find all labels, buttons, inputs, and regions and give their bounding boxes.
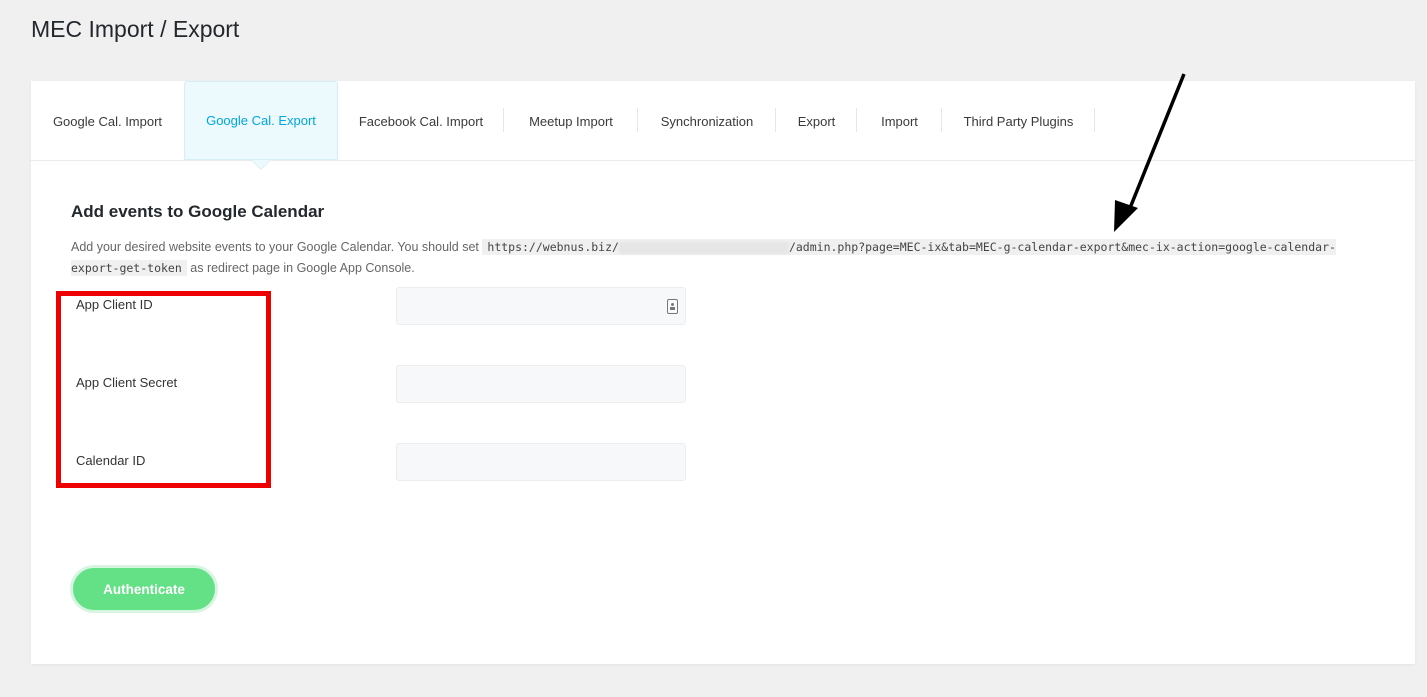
description-text: Add your desired website events to your …	[71, 240, 479, 254]
app-client-id-input[interactable]	[396, 287, 686, 325]
tab-synchronization[interactable]: Synchronization	[638, 81, 776, 161]
tab-bar: Google Cal. Import Google Cal. Export Fa…	[31, 81, 1415, 170]
annotation-highlight-box	[56, 291, 271, 488]
tab-label: Import	[881, 113, 918, 129]
tab-facebook-cal-import[interactable]: Facebook Cal. Import	[338, 81, 504, 161]
redirect-url-start: https://webnus.biz/	[487, 240, 619, 254]
section-title: Add events to Google Calendar	[71, 202, 325, 221]
import-export-panel: Google Cal. Import Google Cal. Export Fa…	[31, 81, 1415, 664]
tab-label: Google Cal. Import	[52, 113, 163, 129]
description-suffix: as redirect page in Google App Console.	[190, 261, 415, 275]
app-client-secret-input[interactable]	[396, 365, 686, 403]
tab-export[interactable]: Export	[776, 81, 857, 161]
tab-label: Synchronization	[660, 113, 754, 129]
section-description: Add your desired website events to your …	[71, 237, 1381, 279]
authenticate-button[interactable]: Authenticate	[70, 565, 218, 613]
page-title: MEC Import / Export	[31, 16, 240, 42]
key-icon[interactable]	[667, 299, 678, 314]
redacted-path	[618, 241, 789, 254]
tab-google-cal-export[interactable]: Google Cal. Export	[184, 81, 338, 170]
tab-label: Export	[797, 113, 836, 129]
tab-label: Facebook Cal. Import	[358, 113, 484, 129]
tab-label: Meetup Import	[529, 113, 613, 129]
tab-google-cal-import[interactable]: Google Cal. Import	[31, 81, 184, 161]
tab-meetup-import[interactable]: Meetup Import	[504, 81, 638, 161]
tab-label: Third Party Plugins	[963, 113, 1074, 129]
tab-divider	[1094, 108, 1095, 132]
tab-third-party-plugins[interactable]: Third Party Plugins	[942, 81, 1095, 161]
calendar-id-input[interactable]	[396, 443, 686, 481]
tab-import[interactable]: Import	[857, 81, 942, 161]
tab-label: Google Cal. Export	[206, 113, 316, 128]
